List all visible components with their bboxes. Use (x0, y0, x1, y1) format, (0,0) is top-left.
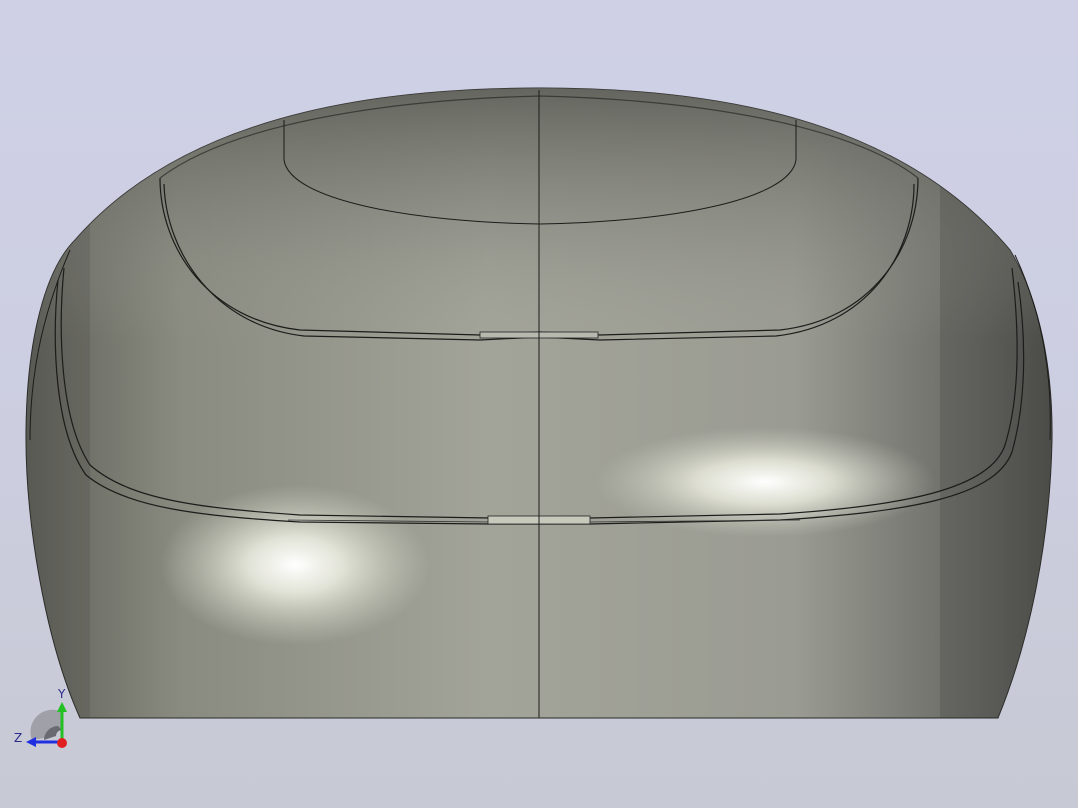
specular-highlight-left (160, 485, 430, 645)
y-axis-label: Y (57, 687, 66, 701)
cad-model-view[interactable] (0, 0, 1078, 808)
axis-triad[interactable]: Y Z (10, 686, 74, 750)
3d-viewport[interactable]: Y Z (0, 0, 1078, 808)
z-axis-label: Z (14, 731, 22, 745)
x-axis-dot (57, 738, 67, 748)
